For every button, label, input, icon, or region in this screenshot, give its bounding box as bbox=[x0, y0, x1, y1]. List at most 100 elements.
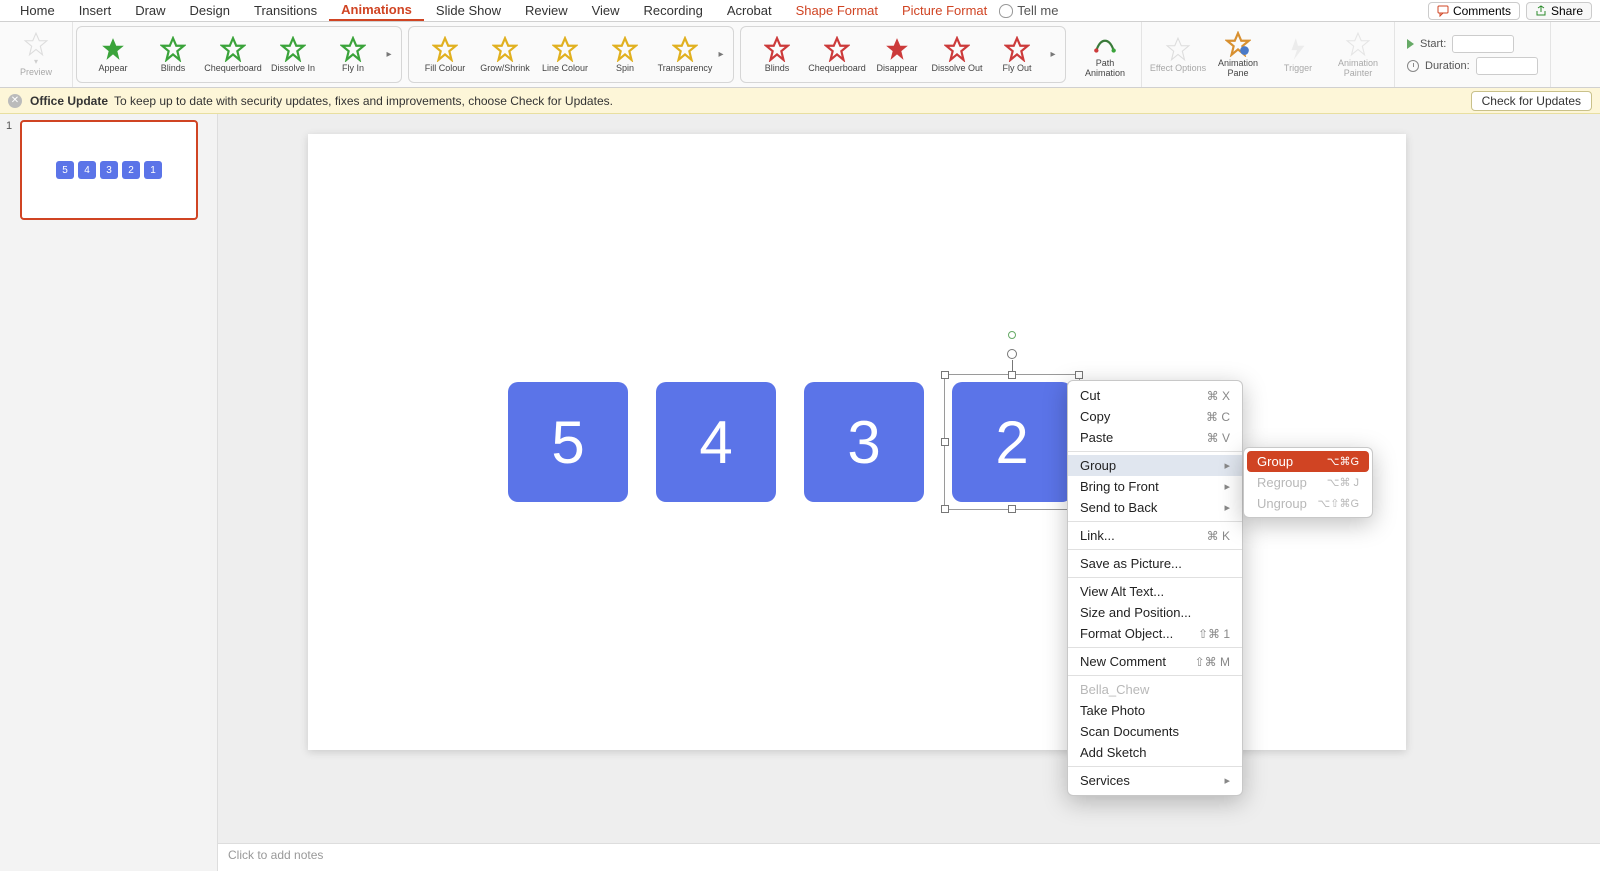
close-notice-icon[interactable]: ✕ bbox=[8, 94, 22, 108]
ctx-scan-docs[interactable]: Scan Documents bbox=[1068, 721, 1242, 742]
ctx-copy[interactable]: Copy⌘ C bbox=[1068, 406, 1242, 427]
selection-frame[interactable] bbox=[944, 374, 1080, 510]
ctx-group[interactable]: Group▸ bbox=[1068, 455, 1242, 476]
star-green-icon bbox=[100, 36, 126, 62]
preview-label: Preview bbox=[20, 68, 52, 78]
star-yellow-icon bbox=[432, 36, 458, 62]
comments-label: Comments bbox=[1453, 4, 1511, 18]
path-animation-button[interactable]: Path Animation bbox=[1075, 26, 1135, 84]
ctx-save-picture[interactable]: Save as Picture... bbox=[1068, 553, 1242, 574]
tab-home[interactable]: Home bbox=[8, 1, 67, 20]
start-label: Start: bbox=[1420, 38, 1446, 50]
thumbnail-panel: 1 5 4 3 2 1 bbox=[0, 114, 218, 871]
star-red-icon bbox=[1004, 36, 1030, 62]
preview-button[interactable]: ▾ Preview bbox=[6, 26, 66, 84]
anim-appear[interactable]: Appear bbox=[83, 26, 143, 84]
shape-box-3[interactable]: 3 bbox=[804, 382, 924, 502]
notice-text: To keep up to date with security updates… bbox=[114, 94, 613, 108]
mini-box: 5 bbox=[56, 161, 74, 179]
anim-dissolve-in[interactable]: Dissolve In bbox=[263, 26, 323, 84]
ctx-link[interactable]: Link...⌘ K bbox=[1068, 525, 1242, 546]
resize-handle[interactable] bbox=[1075, 371, 1083, 379]
share-icon bbox=[1535, 5, 1547, 17]
entrance-more[interactable]: ▸ bbox=[383, 49, 395, 60]
anim-blinds-in[interactable]: Blinds bbox=[143, 26, 203, 84]
tab-shape-format[interactable]: Shape Format bbox=[784, 1, 890, 20]
gear-star-icon bbox=[1225, 31, 1251, 57]
tab-recording[interactable]: Recording bbox=[632, 1, 715, 20]
share-label: Share bbox=[1551, 4, 1583, 18]
star-red-icon bbox=[764, 36, 790, 62]
anim-grow-shrink[interactable]: Grow/Shrink bbox=[475, 26, 535, 84]
ctx-size-position[interactable]: Size and Position... bbox=[1068, 602, 1242, 623]
anim-fly-out[interactable]: Fly Out bbox=[987, 26, 1047, 84]
effect-options-button[interactable]: Effect Options bbox=[1148, 26, 1208, 84]
trigger-button[interactable]: Trigger bbox=[1268, 26, 1328, 84]
canvas-area: 5 4 3 2 Click to add no bbox=[218, 114, 1600, 871]
tab-transitions[interactable]: Transitions bbox=[242, 1, 329, 20]
slide-thumbnail-1[interactable]: 5 4 3 2 1 bbox=[20, 120, 198, 220]
rotate-handle[interactable] bbox=[1007, 349, 1017, 359]
ctx-bring-front[interactable]: Bring to Front▸ bbox=[1068, 476, 1242, 497]
anim-dissolve-out[interactable]: Dissolve Out bbox=[927, 26, 987, 84]
ctx-send-back[interactable]: Send to Back▸ bbox=[1068, 497, 1242, 518]
tab-acrobat[interactable]: Acrobat bbox=[715, 1, 784, 20]
animation-pane-button[interactable]: Animation Pane bbox=[1208, 26, 1268, 84]
exit-more[interactable]: ▸ bbox=[1047, 49, 1059, 60]
ctx-paste[interactable]: Paste⌘ V bbox=[1068, 427, 1242, 448]
tab-design[interactable]: Design bbox=[178, 1, 242, 20]
resize-handle[interactable] bbox=[941, 438, 949, 446]
mini-box: 4 bbox=[78, 161, 96, 179]
tab-animations[interactable]: Animations bbox=[329, 0, 424, 21]
tab-slideshow[interactable]: Slide Show bbox=[424, 1, 513, 20]
ctx-alt-text[interactable]: View Alt Text... bbox=[1068, 581, 1242, 602]
tab-review[interactable]: Review bbox=[513, 1, 580, 20]
duration-input[interactable] bbox=[1476, 57, 1538, 75]
clock-icon bbox=[1407, 60, 1419, 72]
shape-box-4[interactable]: 4 bbox=[656, 382, 776, 502]
animation-painter-button[interactable]: Animation Painter bbox=[1328, 26, 1388, 84]
tab-view[interactable]: View bbox=[580, 1, 632, 20]
ctx-cut[interactable]: Cut⌘ X bbox=[1068, 385, 1242, 406]
sub-group[interactable]: Group⌥⌘G bbox=[1247, 451, 1369, 472]
tab-picture-format[interactable]: Picture Format bbox=[890, 1, 999, 20]
ctx-add-sketch[interactable]: Add Sketch bbox=[1068, 742, 1242, 763]
share-button[interactable]: Share bbox=[1526, 2, 1592, 20]
anim-fill-colour[interactable]: Fill Colour bbox=[415, 26, 475, 84]
ribbon-controls-group: Effect Options Animation Pane Trigger An… bbox=[1142, 22, 1395, 87]
anim-chequerboard-out[interactable]: Chequerboard bbox=[807, 26, 867, 84]
anim-chequerboard-in[interactable]: Chequerboard bbox=[203, 26, 263, 84]
star-green-icon bbox=[280, 36, 306, 62]
star-red-icon bbox=[944, 36, 970, 62]
emphasis-more[interactable]: ▸ bbox=[715, 49, 727, 60]
ctx-take-photo[interactable]: Take Photo bbox=[1068, 700, 1242, 721]
tell-me[interactable]: Tell me bbox=[1017, 3, 1058, 18]
anim-fly-in[interactable]: Fly In bbox=[323, 26, 383, 84]
anim-disappear[interactable]: Disappear bbox=[867, 26, 927, 84]
notes-pane[interactable]: Click to add notes bbox=[218, 843, 1600, 871]
resize-handle[interactable] bbox=[1008, 505, 1016, 513]
check-updates-button[interactable]: Check for Updates bbox=[1471, 91, 1592, 111]
tab-draw[interactable]: Draw bbox=[123, 1, 177, 20]
anim-line-colour[interactable]: Line Colour bbox=[535, 26, 595, 84]
comments-button[interactable]: Comments bbox=[1428, 2, 1520, 20]
ribbon-entrance-group: Appear Blinds Chequerboard Dissolve In F… bbox=[76, 26, 402, 83]
star-green-icon bbox=[160, 36, 186, 62]
ctx-new-comment[interactable]: New Comment⇧⌘ M bbox=[1068, 651, 1242, 672]
resize-handle[interactable] bbox=[941, 505, 949, 513]
tab-insert[interactable]: Insert bbox=[67, 1, 124, 20]
anim-blinds-out[interactable]: Blinds bbox=[747, 26, 807, 84]
start-input[interactable] bbox=[1452, 35, 1514, 53]
rotate-handle-top[interactable] bbox=[1008, 331, 1016, 339]
resize-handle[interactable] bbox=[1008, 371, 1016, 379]
main-tabs: Home Insert Draw Design Transitions Anim… bbox=[0, 0, 1600, 22]
ctx-services[interactable]: Services▸ bbox=[1068, 770, 1242, 791]
ctx-format-object[interactable]: Format Object...⇧⌘ 1 bbox=[1068, 623, 1242, 644]
brush-star-icon bbox=[1345, 31, 1371, 57]
shape-box-5[interactable]: 5 bbox=[508, 382, 628, 502]
resize-handle[interactable] bbox=[941, 371, 949, 379]
anim-transparency[interactable]: Transparency bbox=[655, 26, 715, 84]
group-submenu: Group⌥⌘G Regroup⌥⌘ J Ungroup⌥⇧⌘G bbox=[1243, 447, 1373, 518]
star-green-icon bbox=[340, 36, 366, 62]
anim-spin[interactable]: Spin bbox=[595, 26, 655, 84]
